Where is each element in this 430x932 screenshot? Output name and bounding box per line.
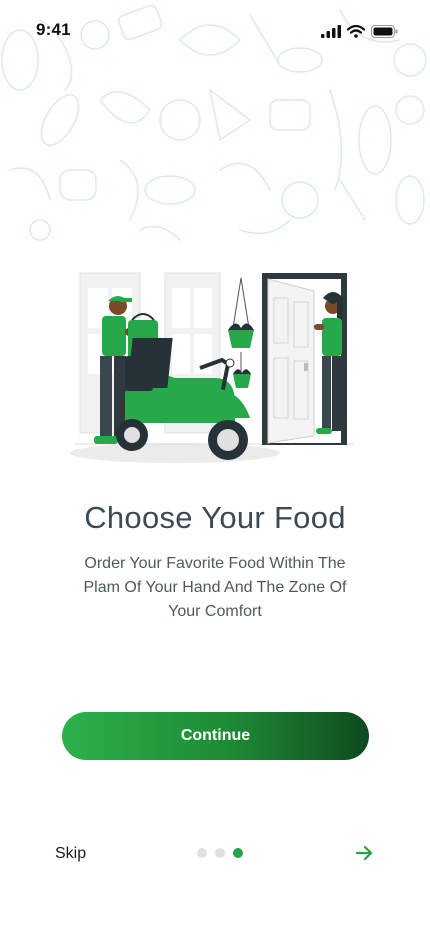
status-icons (321, 24, 398, 38)
delivery-illustration: FOOD GO (70, 272, 355, 463)
page-indicator (197, 848, 243, 858)
arrow-right-icon[interactable] (353, 842, 375, 864)
continue-button[interactable]: Continue (62, 712, 369, 760)
skip-link[interactable]: Skip (55, 845, 86, 863)
signal-icon (321, 24, 341, 38)
onboarding-title: Choose Your Food (84, 500, 346, 535)
page-dot-1 (197, 848, 207, 858)
battery-icon (371, 24, 398, 38)
page-dot-3-active (233, 848, 243, 858)
page-dot-2 (215, 848, 225, 858)
wifi-icon (347, 24, 365, 38)
status-bar: 9:41 (0, 0, 430, 62)
status-time: 9:41 (36, 20, 71, 39)
onboarding-subtitle: Order Your Favorite Food Within The Plam… (83, 555, 347, 620)
